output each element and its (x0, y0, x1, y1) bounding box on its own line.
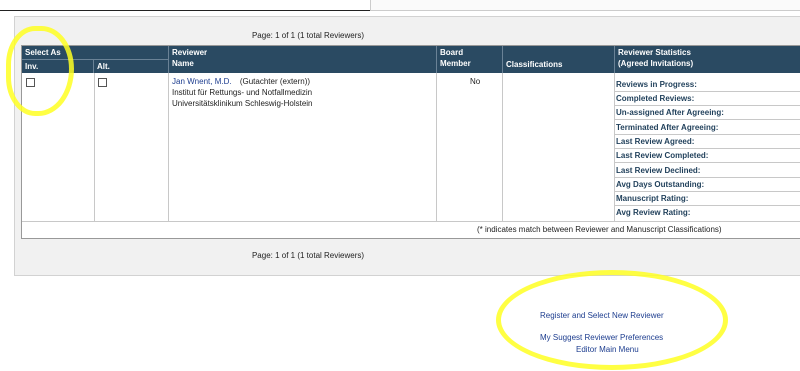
header-reviewer: Reviewer (172, 48, 208, 57)
reviewer-cell: Jan Wnent, M.D. (Gutachter (extern)) Ins… (172, 76, 434, 109)
stat-avg-days-outstanding: Avg Days Outstanding: (616, 180, 705, 189)
header-stats-title: Reviewer Statistics (618, 48, 691, 57)
reviewer-institution-line2: Universitätsklinikum Schleswig-Holstein (172, 99, 313, 108)
stat-terminated-after-agreeing: Terminated After Agreeing: (616, 123, 719, 132)
stat-last-review-declined: Last Review Declined: (616, 166, 701, 175)
paging-info-bottom: Page: 1 of 1 (1 total Reviewers) (251, 251, 365, 260)
top-divider (0, 10, 370, 11)
col-divider (94, 73, 95, 221)
stat-reviews-in-progress: Reviews in Progress: (616, 80, 697, 89)
header-classifications: Classifications (502, 46, 614, 73)
header-alt: Alt. (94, 59, 168, 73)
reviewer-table: Select As Inv. Alt. Reviewer Name Board … (21, 45, 800, 239)
stat-divider (614, 162, 800, 163)
reviewer-search-results-panel: Page: 1 of 1 (1 total Reviewers) Select … (14, 16, 800, 276)
col-divider (168, 73, 169, 221)
stat-divider (614, 191, 800, 192)
stat-divider (614, 148, 800, 149)
header-reviewer-name: Reviewer Name (168, 46, 436, 73)
stat-divider (614, 177, 800, 178)
alternate-checkbox[interactable] (98, 78, 107, 87)
header-board: Board (440, 48, 464, 57)
stat-avg-review-rating: Avg Review Rating: (616, 208, 691, 217)
header-name: Name (172, 59, 194, 68)
reviewer-name-link[interactable]: Jan Wnent, M.D. (172, 77, 232, 86)
board-member-value: No (470, 77, 481, 86)
top-right-panel (370, 0, 800, 11)
stat-divider (614, 91, 800, 92)
row-divider (22, 221, 800, 222)
classification-footnote: (* indicates match between Reviewer and … (477, 225, 722, 234)
stat-divider (614, 105, 800, 106)
paging-info-top: Page: 1 of 1 (1 total Reviewers) (251, 31, 365, 40)
col-divider (502, 73, 503, 221)
stat-unassigned-after-agreeing: Un-assigned After Agreeing: (616, 108, 724, 117)
stat-divider (614, 119, 800, 120)
stat-completed-reviews: Completed Reviews: (616, 94, 695, 103)
stat-last-review-agreed: Last Review Agreed: (616, 137, 695, 146)
stat-manuscript-rating: Manuscript Rating: (616, 194, 689, 203)
highlight-circle-footer-links (496, 270, 728, 370)
reviewer-role: (Gutachter (extern)) (239, 77, 311, 86)
stat-divider (614, 134, 800, 135)
reviewer-institution-line1: Institut für Rettungs- und Notfallmedizi… (172, 88, 313, 97)
stat-last-review-completed: Last Review Completed: (616, 151, 709, 160)
header-board-member: Board Member (436, 46, 502, 73)
reviewer-line: Jan Wnent, M.D. (Gutachter (extern)) (172, 76, 434, 87)
header-stats-subtitle: (Agreed Invitations) (618, 59, 694, 68)
col-divider (436, 73, 437, 221)
header-reviewer-statistics: Reviewer Statistics (Agreed Invitations) (614, 46, 800, 73)
header-member: Member (440, 59, 471, 68)
stat-divider (614, 205, 800, 206)
